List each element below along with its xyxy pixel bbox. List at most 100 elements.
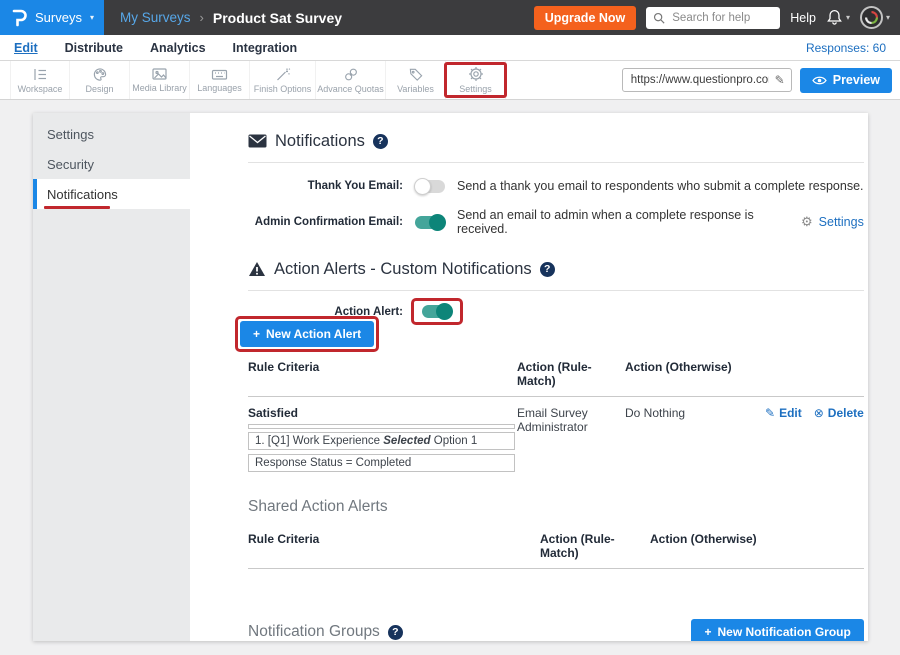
admin-confirmation-row: Admin Confirmation Email: Send an email … — [248, 208, 864, 236]
sidebar-item-settings[interactable]: Settings — [33, 119, 190, 149]
column-header-action-match: Action (Rule-Match) — [540, 532, 650, 560]
toolbar-item-label: Variables — [397, 84, 434, 94]
new-notification-group-button[interactable]: + New Notification Group — [691, 619, 863, 641]
help-question-icon[interactable]: ? — [388, 625, 403, 640]
toolbar-item-label: Advance Quotas — [317, 84, 384, 94]
toggle-knob — [414, 178, 431, 195]
notifications-bell-menu[interactable]: ▾ — [826, 9, 850, 26]
edit-toolbar: Workspace Design Media Library Languages… — [0, 61, 900, 100]
edit-url-pencil-icon[interactable]: ✎ — [775, 73, 785, 87]
upgrade-now-button[interactable]: Upgrade Now — [534, 6, 637, 30]
plus-icon: + — [253, 327, 260, 341]
divider — [248, 290, 864, 291]
annotation-box-new-action-alert: + New Action Alert — [235, 316, 379, 352]
thank-you-email-description: Send a thank you email to respondents wh… — [457, 179, 864, 193]
delete-icon: ⊗ — [814, 406, 824, 420]
toolbar-item-label: Finish Options — [254, 84, 312, 94]
thank-you-email-label: Thank You Email: — [248, 180, 403, 192]
column-header-action-match: Action (Rule-Match) — [517, 360, 625, 388]
help-search-box[interactable] — [646, 7, 780, 29]
chevron-down-icon: ▾ — [886, 13, 890, 22]
tag-icon — [408, 67, 424, 82]
admin-confirmation-label: Admin Confirmation Email: — [248, 216, 403, 228]
breadcrumb-separator-icon: › — [200, 10, 204, 25]
edit-alert-link[interactable]: ✎ Edit — [765, 406, 802, 420]
settings-card: Settings Security Notifications Notifica… — [33, 113, 868, 641]
new-action-alert-button[interactable]: + New Action Alert — [240, 321, 374, 347]
avatar — [860, 6, 883, 29]
column-header-rule-criteria: Rule Criteria — [248, 360, 517, 388]
toolbar-item-label: Languages — [197, 83, 242, 93]
notification-groups-title: Notification Groups — [248, 623, 380, 641]
rule-status: Satisfied — [248, 406, 517, 420]
settings-link-label: Settings — [819, 215, 864, 229]
main-nav-tabs: Edit Distribute Analytics Integration Re… — [0, 35, 900, 61]
toolbar-item-settings[interactable]: Settings — [446, 61, 506, 99]
account-menu[interactable]: ▾ — [860, 6, 890, 29]
column-header-action-otherwise: Action (Otherwise) — [625, 360, 765, 388]
preview-button[interactable]: Preview — [800, 68, 892, 93]
sidebar-item-label: Notifications — [47, 187, 118, 202]
toolbar-item-design[interactable]: Design — [70, 61, 130, 99]
sidebar-item-notifications[interactable]: Notifications — [33, 179, 190, 209]
product-switcher[interactable]: Surveys ▾ — [0, 0, 104, 35]
action-alerts-section-header: Action Alerts - Custom Notifications ? — [248, 258, 864, 280]
toolbar-item-label: Media Library — [132, 83, 187, 93]
shared-alerts-table-header: Rule Criteria Action (Rule-Match) Action… — [248, 532, 864, 569]
chain-links-icon — [343, 67, 359, 82]
toolbar-item-languages[interactable]: Languages — [190, 61, 250, 99]
toolbar-item-label: Workspace — [18, 84, 63, 94]
bell-icon — [826, 9, 843, 26]
criteria-bar — [248, 424, 515, 429]
tab-edit[interactable]: Edit — [14, 41, 38, 55]
shared-action-alerts-title: Shared Action Alerts — [248, 498, 864, 516]
gear-icon — [468, 66, 484, 82]
sidebar-item-label: Security — [47, 157, 94, 172]
plus-icon: + — [704, 625, 711, 639]
sidebar-item-security[interactable]: Security — [33, 149, 190, 179]
chevron-down-icon: ▾ — [846, 13, 850, 22]
action-alert-toggle[interactable] — [422, 305, 452, 318]
column-header-rule-criteria: Rule Criteria — [248, 532, 540, 560]
eye-icon — [812, 75, 827, 86]
row-actions: ✎ Edit ⊗ Delete — [765, 406, 864, 476]
admin-confirmation-toggle[interactable] — [415, 216, 445, 229]
toolbar-item-workspace[interactable]: Workspace — [10, 61, 70, 99]
preview-button-label: Preview — [833, 73, 880, 87]
divider — [248, 162, 864, 163]
tab-integration[interactable]: Integration — [233, 41, 298, 55]
survey-url-box: ✎ — [622, 68, 792, 92]
survey-url-input[interactable] — [629, 73, 771, 87]
notification-groups-header-row: Notification Groups ? + New Notification… — [248, 619, 864, 641]
magic-wand-icon — [275, 67, 291, 82]
product-menu-label: Surveys — [35, 10, 82, 25]
responses-count[interactable]: Responses: 60 — [806, 41, 886, 55]
help-question-icon[interactable]: ? — [540, 262, 555, 277]
toolbar-item-finish-options[interactable]: Finish Options — [250, 61, 316, 99]
delete-alert-link[interactable]: ⊗ Delete — [814, 406, 864, 420]
column-header-action-otherwise: Action (Otherwise) — [650, 532, 864, 560]
toolbar-item-media-library[interactable]: Media Library — [130, 61, 190, 99]
new-action-alert-label: New Action Alert — [266, 327, 361, 341]
admin-email-settings-link[interactable]: ⚙ Settings — [801, 214, 864, 230]
breadcrumb-my-surveys[interactable]: My Surveys — [120, 10, 191, 25]
section-title: Action Alerts - Custom Notifications — [274, 260, 532, 279]
envelope-icon — [248, 134, 267, 148]
gear-icon: ⚙ — [801, 214, 813, 230]
image-icon — [151, 67, 168, 81]
toolbar-item-variables[interactable]: Variables — [386, 61, 446, 99]
palette-icon — [92, 67, 108, 82]
search-input[interactable] — [670, 11, 773, 25]
breadcrumb-current-survey: Product Sat Survey — [213, 10, 342, 26]
thank-you-email-toggle[interactable] — [415, 180, 445, 193]
toolbar-item-advance-quotas[interactable]: Advance Quotas — [316, 61, 386, 99]
action-otherwise-cell: Do Nothing — [625, 406, 765, 476]
toggle-knob — [429, 214, 446, 231]
help-link[interactable]: Help — [790, 11, 816, 25]
sidebar-item-label: Settings — [47, 127, 94, 142]
tab-analytics[interactable]: Analytics — [150, 41, 206, 55]
tab-distribute[interactable]: Distribute — [65, 41, 123, 55]
help-question-icon[interactable]: ? — [373, 134, 388, 149]
rule-criteria-cell: Satisfied 1. [Q1] Work Experience Select… — [248, 406, 517, 476]
criteria-item-1: 1. [Q1] Work Experience Selected Option … — [248, 432, 515, 450]
